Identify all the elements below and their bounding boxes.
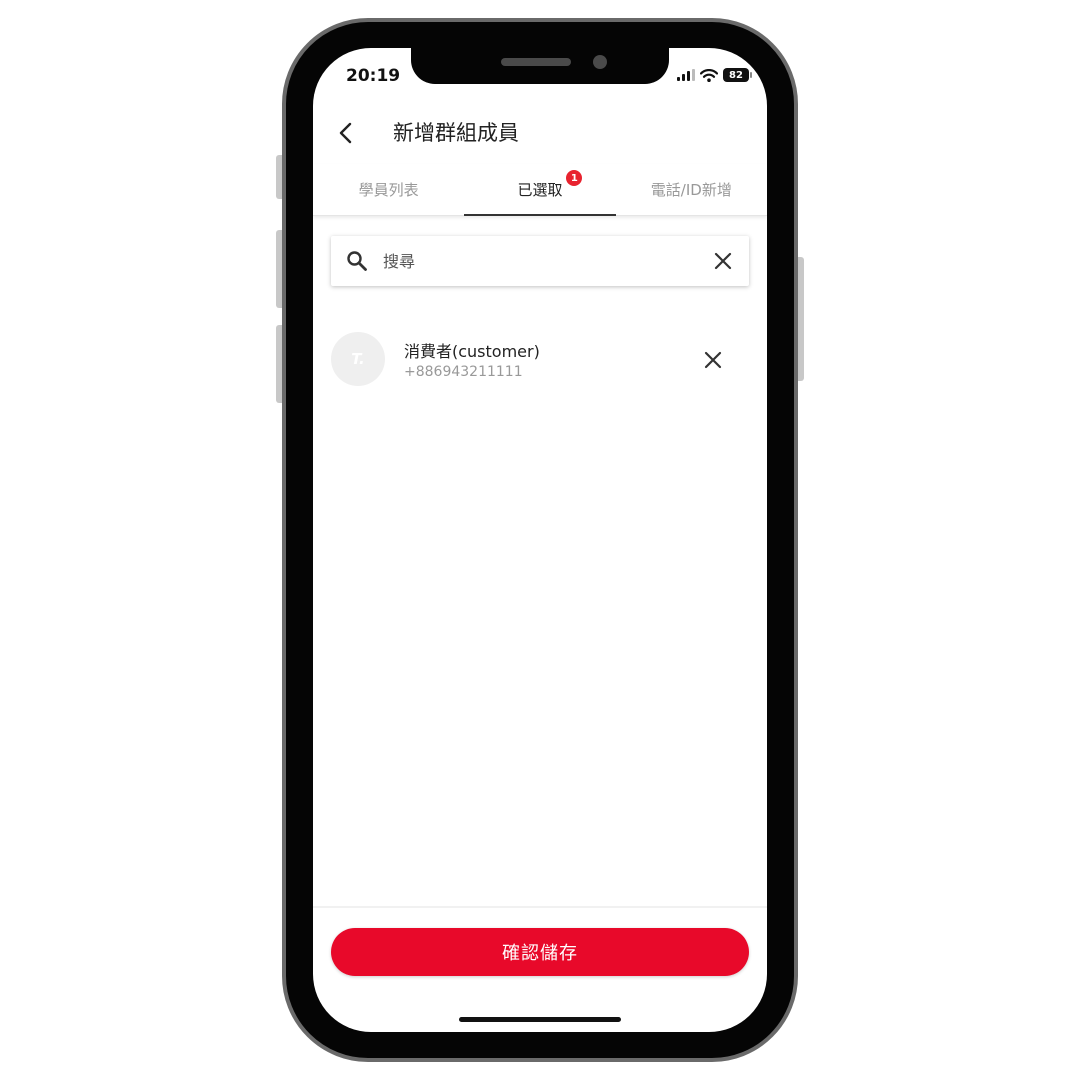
tab-selected[interactable]: 已選取 1 xyxy=(464,164,616,216)
search-bar xyxy=(331,236,749,286)
back-button[interactable] xyxy=(331,118,361,148)
member-phone: +886943211111 xyxy=(404,364,523,380)
stage: 20:19 82 新增群組成員 學員列表 已選取 1 電話/ID新增 搜尋 T.… xyxy=(0,0,1080,1080)
avatar: T. xyxy=(331,332,385,386)
tab-label: 學員列表 xyxy=(358,181,419,199)
speaker-grille xyxy=(501,58,571,66)
home-indicator[interactable] xyxy=(459,1017,621,1022)
tab-label: 已選取 xyxy=(517,181,563,199)
status-time: 20:19 xyxy=(346,66,401,86)
remove-member-icon[interactable] xyxy=(701,348,725,372)
tab-add-by-phone-id[interactable]: 電話/ID新增 xyxy=(616,164,767,215)
footer-divider xyxy=(313,906,767,908)
clear-search-icon[interactable] xyxy=(711,249,735,273)
header: 新增群組成員 xyxy=(313,108,767,158)
search-icon xyxy=(347,251,367,271)
tab-bar: 學員列表 已選取 1 電話/ID新增 xyxy=(313,164,767,216)
chevron-left-icon xyxy=(339,122,352,144)
list-item: T. 消費者(customer) +886943211111 xyxy=(331,332,749,388)
confirm-save-button[interactable]: 確認儲存 xyxy=(331,928,749,976)
search-input[interactable] xyxy=(383,246,683,276)
front-camera xyxy=(593,55,607,69)
wifi-icon xyxy=(700,68,718,82)
page-title: 新增群組成員 xyxy=(393,121,519,145)
selected-count-badge: 1 xyxy=(566,170,583,186)
notch xyxy=(411,48,669,84)
phone-screen: 20:19 82 新增群組成員 學員列表 已選取 1 電話/ID新增 搜尋 T.… xyxy=(313,48,767,1032)
status-icons: 82 xyxy=(677,68,752,82)
tab-label: 電話/ID新增 xyxy=(650,181,732,199)
signal-icon xyxy=(677,69,695,81)
tab-student-list[interactable]: 學員列表 xyxy=(313,164,464,215)
member-name: 消費者(customer) xyxy=(404,342,540,361)
battery-icon: 82 xyxy=(723,68,752,82)
